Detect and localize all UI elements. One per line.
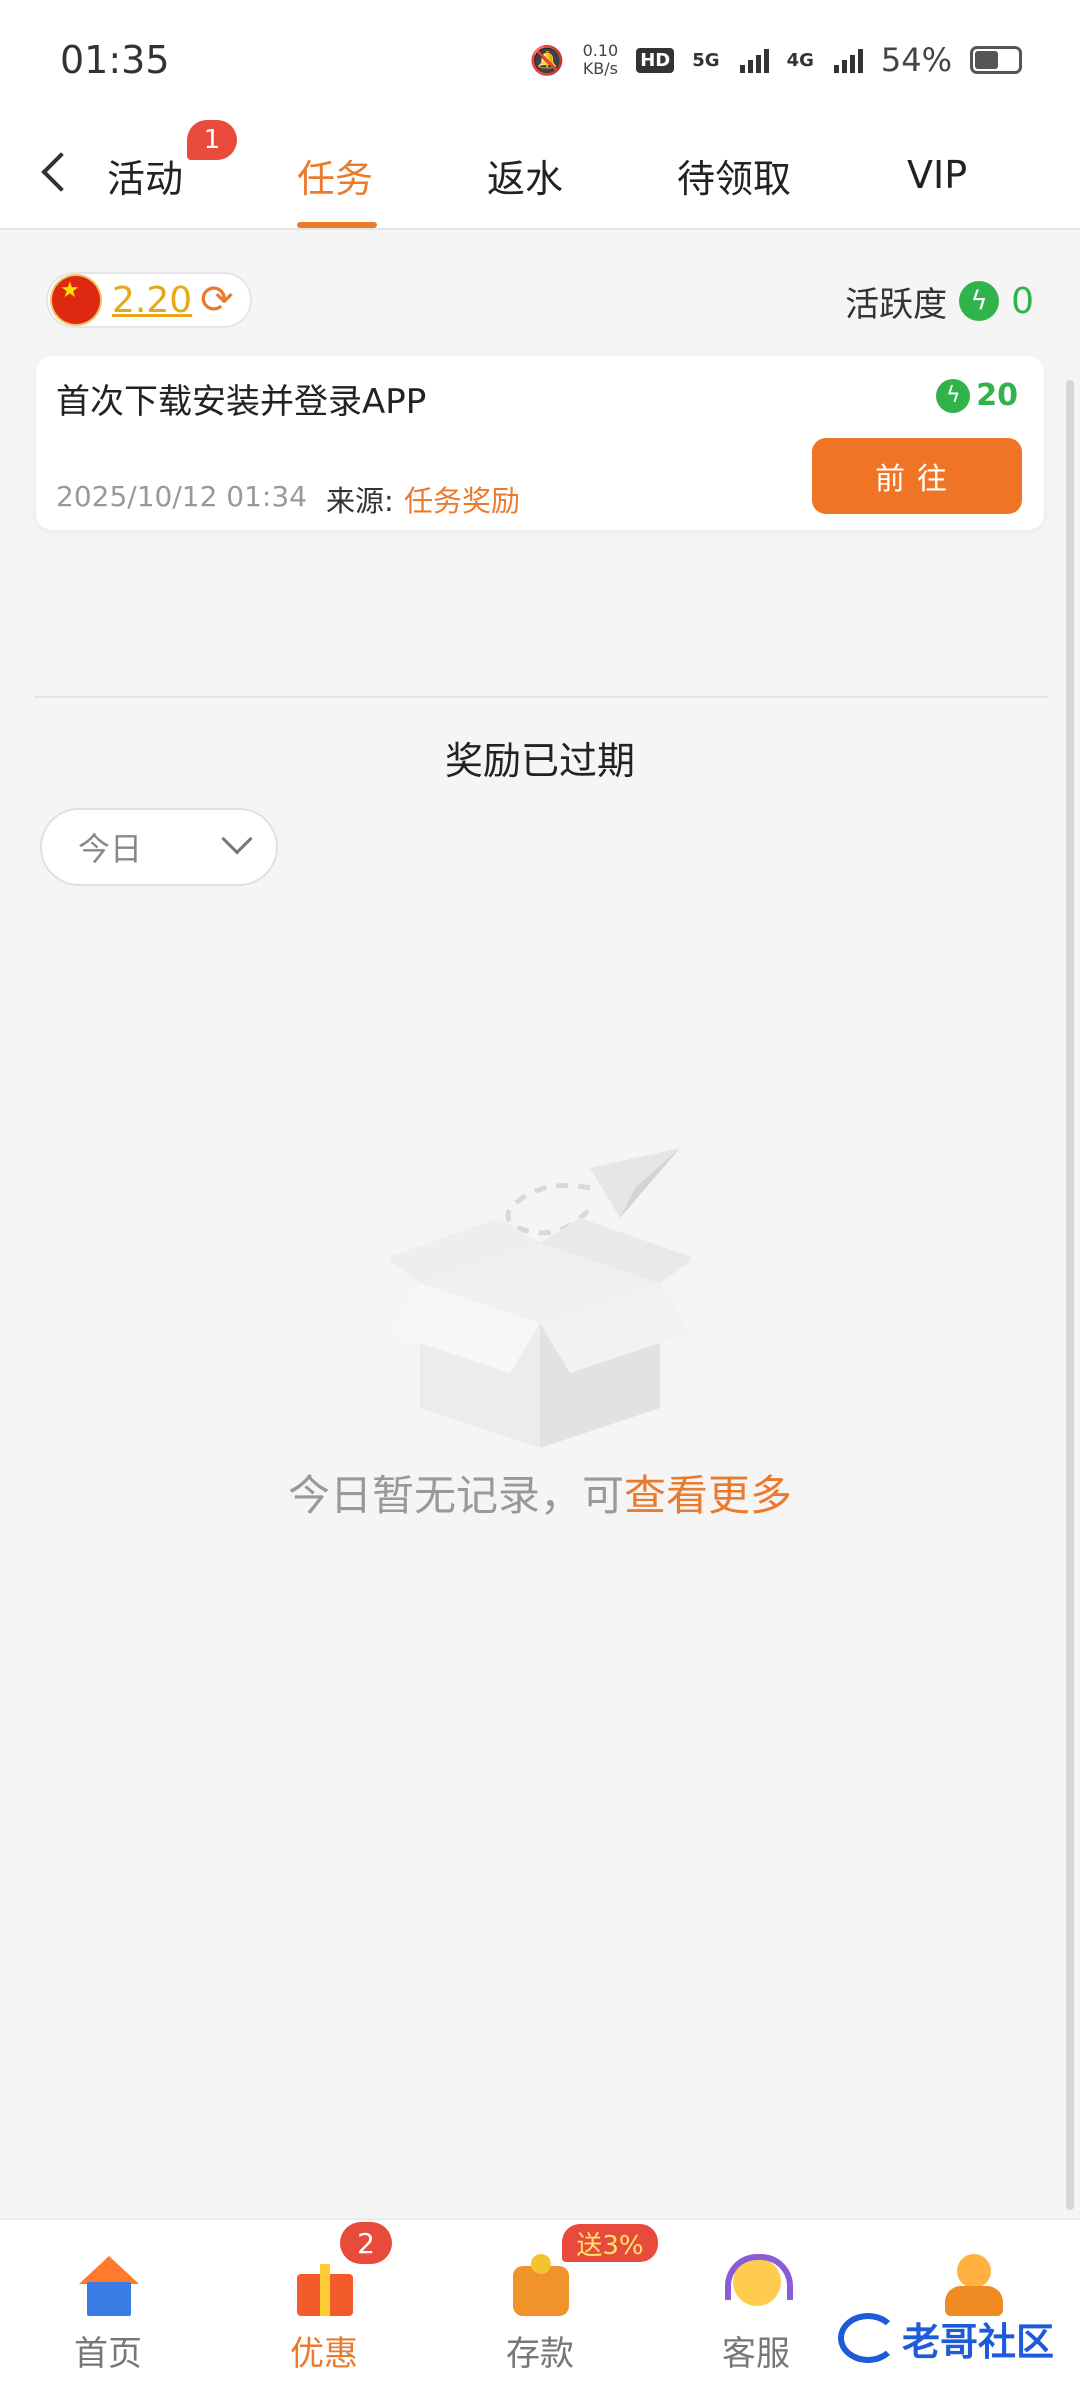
battery-icon <box>970 46 1022 74</box>
view-more-link[interactable]: 查看更多 <box>624 1471 792 1520</box>
nav-promotions-label: 优惠 <box>290 2334 358 2374</box>
task-date: 2025/10/12 01:34 <box>56 480 307 513</box>
deposit-promo-badge: 送3% <box>562 2224 658 2262</box>
section-divider <box>34 696 1048 698</box>
task-reward: ϟ 20 <box>936 378 1018 413</box>
home-icon <box>73 2250 143 2320</box>
dragon-logo-icon <box>838 2313 898 2363</box>
sim2-network-label: 4G <box>786 49 814 71</box>
active-tab-indicator <box>297 222 377 228</box>
task-card: 首次下载安装并登录APP ϟ 20 2025/10/12 01:34 来源: 任… <box>36 356 1044 530</box>
watermark: 老哥社区 <box>838 2302 1070 2374</box>
date-filter-select[interactable]: 今日 <box>40 808 278 886</box>
sim1-network-label: 5G <box>692 49 720 71</box>
nav-customer-service-label: 客服 <box>722 2334 790 2374</box>
status-icons: 🔕 0.10 KB/s HD 5G 4G 54% <box>530 41 1022 79</box>
date-filter-value: 今日 <box>78 830 143 868</box>
nav-customer-service[interactable]: 客服 <box>676 2250 836 2380</box>
signal-icon-sim2 <box>833 47 863 73</box>
watermark-text: 老哥社区 <box>902 2319 1055 2364</box>
activity-tab-badge: 1 <box>187 120 237 160</box>
tab-vip[interactable]: VIP <box>907 140 967 210</box>
activity-score: 活跃度 ϟ 0 <box>845 276 1034 326</box>
empty-state-message: 今日暂无记录，可 <box>287 1471 624 1520</box>
nav-home[interactable]: 首页 <box>28 2250 188 2380</box>
chevron-left-icon <box>41 152 81 192</box>
scrollbar[interactable] <box>1066 380 1074 2210</box>
activity-value: 0 <box>1011 280 1034 322</box>
nav-home-label: 首页 <box>74 2334 142 2374</box>
hd-icon: HD <box>636 47 675 73</box>
paper-plane-icon <box>505 1148 680 1236</box>
lightning-icon: ϟ <box>936 378 971 413</box>
china-flag-icon <box>52 276 100 324</box>
promotions-badge: 2 <box>340 2222 392 2264</box>
task-source-label: 来源: <box>326 484 394 518</box>
open-box-icon <box>390 1218 690 1448</box>
tab-activity[interactable]: 活动 <box>107 140 183 210</box>
signal-icon-sim1 <box>739 47 769 73</box>
mute-icon: 🔕 <box>529 43 565 77</box>
nav-deposit-label: 存款 <box>506 2334 574 2374</box>
status-bar: 01:35 🔕 0.10 KB/s HD 5G 4G 54% <box>0 0 1080 120</box>
empty-box-illustration <box>390 1148 690 1448</box>
nav-deposit[interactable]: 存款 <box>460 2250 620 2380</box>
customer-service-icon <box>721 2250 793 2320</box>
top-tab-bar: 活动 任务 返水 待领取 VIP <box>0 120 1080 230</box>
task-reward-value: 20 <box>976 378 1018 413</box>
chevron-down-icon <box>221 823 253 855</box>
battery-level <box>975 51 998 69</box>
back-button[interactable] <box>30 142 81 202</box>
net-speed-unit: KB/s <box>582 59 619 78</box>
tab-tasks[interactable]: 任务 <box>297 140 373 210</box>
lightning-icon: ϟ <box>959 281 1000 321</box>
balance-amount[interactable]: 2.20 <box>112 280 192 321</box>
net-speed: 0.10 KB/s <box>583 42 619 78</box>
battery-percent: 54% <box>880 41 952 79</box>
activity-label: 活跃度 <box>845 284 948 325</box>
status-time: 01:35 <box>60 38 170 82</box>
tab-pending[interactable]: 待领取 <box>677 140 791 210</box>
scrollbar-thumb[interactable] <box>1066 380 1074 2210</box>
nav-promotions[interactable]: 优惠 <box>244 2250 404 2380</box>
empty-state-text: 今日暂无记录，可查看更多 <box>0 1462 1080 1523</box>
go-button[interactable]: 前往 <box>812 438 1022 514</box>
task-source-value: 任务奖励 <box>404 484 521 518</box>
net-speed-value: 0.10 <box>582 41 619 60</box>
balance-pill[interactable]: 2.20 ⟳ <box>46 272 252 328</box>
expired-section-title: 奖励已过期 <box>444 739 635 783</box>
task-title: 首次下载安装并登录APP <box>56 382 427 422</box>
tab-rebate[interactable]: 返水 <box>487 140 563 210</box>
refresh-icon[interactable]: ⟳ <box>200 280 234 320</box>
